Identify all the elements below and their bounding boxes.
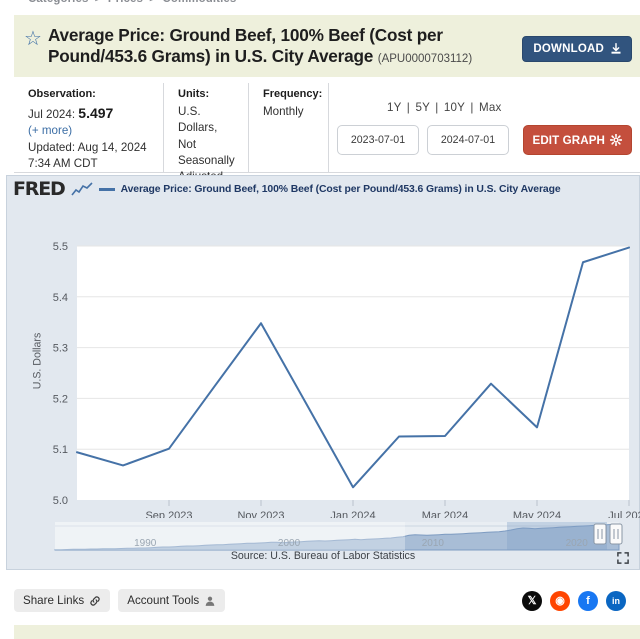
- navigator-year-label: 1990: [134, 538, 157, 549]
- observation-column: Observation: Jul 2024: 5.497 (+ more) Up…: [14, 83, 164, 172]
- series-id: (APU0000703112): [377, 53, 473, 65]
- fred-chart-icon: [70, 182, 93, 196]
- y-axis-tick: 5.0: [53, 495, 68, 507]
- period-1y[interactable]: 1Y: [387, 101, 401, 114]
- link-icon: [90, 595, 100, 606]
- user-icon: [205, 596, 215, 606]
- period-separator: |: [470, 101, 474, 114]
- x-axis-tick: Jan 2024: [330, 510, 375, 518]
- units-line-1: U.S. Dollars,: [178, 104, 218, 135]
- units-column: Units: U.S. Dollars, Not Seasonally Adju…: [164, 83, 249, 183]
- download-icon: [611, 43, 621, 54]
- gear-icon: [610, 134, 622, 146]
- social-share-icons: 𝕏 ◉ f in: [522, 590, 626, 611]
- updated-date: Updated: Aug 14, 2024: [28, 140, 147, 154]
- legend-color-swatch: [98, 188, 115, 191]
- share-links-label: Share Links: [23, 594, 85, 607]
- period-5y[interactable]: 5Y: [415, 101, 429, 114]
- more-link[interactable]: (+ more): [28, 124, 72, 137]
- navigator-year-label: 2020: [566, 538, 589, 549]
- y-axis-tick: 5.1: [53, 444, 68, 456]
- share-links-button[interactable]: Share Links: [14, 589, 111, 612]
- page-title: Average Price: Ground Beef, 100% Beef (C…: [48, 25, 546, 67]
- chart-legend[interactable]: Average Price: Ground Beef, 100% Beef (C…: [98, 184, 561, 195]
- y-axis-tick: 5.3: [53, 343, 68, 355]
- bottom-toolbar: Share Links Account Tools 𝕏 ◉ f in: [0, 578, 640, 623]
- period-max[interactable]: Max: [479, 101, 502, 114]
- date-from-input[interactable]: 2023-07-01: [337, 125, 419, 155]
- series-metadata: Observation: Jul 2024: 5.497 (+ more) Up…: [14, 83, 640, 183]
- y-axis-tick: 5.4: [53, 292, 68, 304]
- range-handle-icon: [593, 523, 607, 545]
- x-axis-tick: Sep 2023: [145, 510, 192, 518]
- breadcrumb-item-commodities[interactable]: Commodities: [162, 0, 236, 5]
- x-axis-tick: Mar 2024: [422, 510, 468, 518]
- breadcrumb-item-prices[interactable]: Prices: [108, 0, 143, 5]
- fullscreen-icon[interactable]: [617, 552, 629, 564]
- edit-graph-label: EDIT GRAPH: [532, 133, 605, 147]
- x-axis-tick: Jul 2024: [608, 510, 640, 518]
- legend-label: Average Price: Ground Beef, 100% Beef (C…: [120, 184, 561, 195]
- facebook-icon[interactable]: f: [578, 590, 598, 611]
- x-axis-tick: Nov 2023: [237, 510, 284, 518]
- graph-header: FRED Average Price: Ground Beef, 100% Be…: [7, 176, 639, 203]
- navigator-year-label: 2000: [278, 538, 301, 549]
- breadcrumb: Categories > Prices > Commodities: [28, 0, 236, 5]
- frequency-value: Monthly: [263, 104, 304, 118]
- units-label: Units:: [178, 88, 210, 100]
- frequency-column: Frequency: Monthly: [249, 83, 329, 172]
- period-separator: |: [435, 101, 439, 114]
- observation-date: Jul 2024:: [28, 107, 76, 121]
- date-to-input[interactable]: 2024-07-01: [427, 125, 509, 155]
- period-selector: 1Y | 5Y | 10Y | Max: [387, 101, 501, 114]
- units-line-2: Not Seasonally: [178, 137, 235, 167]
- download-button[interactable]: DOWNLOAD: [522, 36, 632, 62]
- download-button-label: DOWNLOAD: [533, 43, 604, 55]
- period-10y[interactable]: 10Y: [444, 101, 465, 114]
- fred-logo: FRED: [13, 178, 66, 200]
- range-handle-icon: [609, 523, 623, 545]
- y-axis-tick: 5.2: [53, 393, 68, 405]
- linkedin-icon[interactable]: in: [606, 590, 626, 611]
- x-axis-tick: May 2024: [513, 510, 561, 518]
- account-tools-button[interactable]: Account Tools: [118, 589, 226, 612]
- observation-value: 5.497: [78, 104, 114, 121]
- range-controls: 1Y | 5Y | 10Y | Max 2023-07-01 2024-07-0…: [329, 83, 640, 172]
- graph-panel: FRED Average Price: Ground Beef, 100% Be…: [6, 175, 640, 570]
- star-outline-icon[interactable]: ☆: [24, 29, 42, 49]
- account-tools-label: Account Tools: [127, 594, 200, 607]
- breadcrumb-item-categories[interactable]: Categories: [28, 0, 88, 5]
- navigator-year-label: 2010: [422, 538, 445, 549]
- y-axis-tick: 5.5: [53, 241, 68, 253]
- frequency-label: Frequency:: [263, 88, 323, 100]
- reddit-icon[interactable]: ◉: [550, 590, 570, 611]
- edit-graph-button[interactable]: EDIT GRAPH: [522, 125, 632, 155]
- plot-area[interactable]: U.S. Dollars 5.0 5.1 5.2 5.3 5.4 5.5 Sep 2023 N…: [7, 203, 640, 522]
- updated-time: 7:34 AM CDT: [28, 157, 98, 171]
- line-chart[interactable]: 5.0 5.1 5.2 5.3 5.4 5.5 Sep 2023 Nov 2023 Jan 20…: [7, 203, 640, 522]
- observation-label: Observation:: [28, 88, 96, 100]
- breadcrumb-separator: >: [146, 0, 159, 5]
- y-axis-label: U.S. Dollars: [31, 332, 44, 389]
- period-separator: |: [406, 101, 411, 114]
- x-icon[interactable]: 𝕏: [522, 590, 542, 611]
- source-text: Source: U.S. Bureau of Labor Statistics: [230, 550, 416, 562]
- breadcrumb-separator: >: [92, 0, 105, 5]
- footer-strip: [14, 625, 640, 639]
